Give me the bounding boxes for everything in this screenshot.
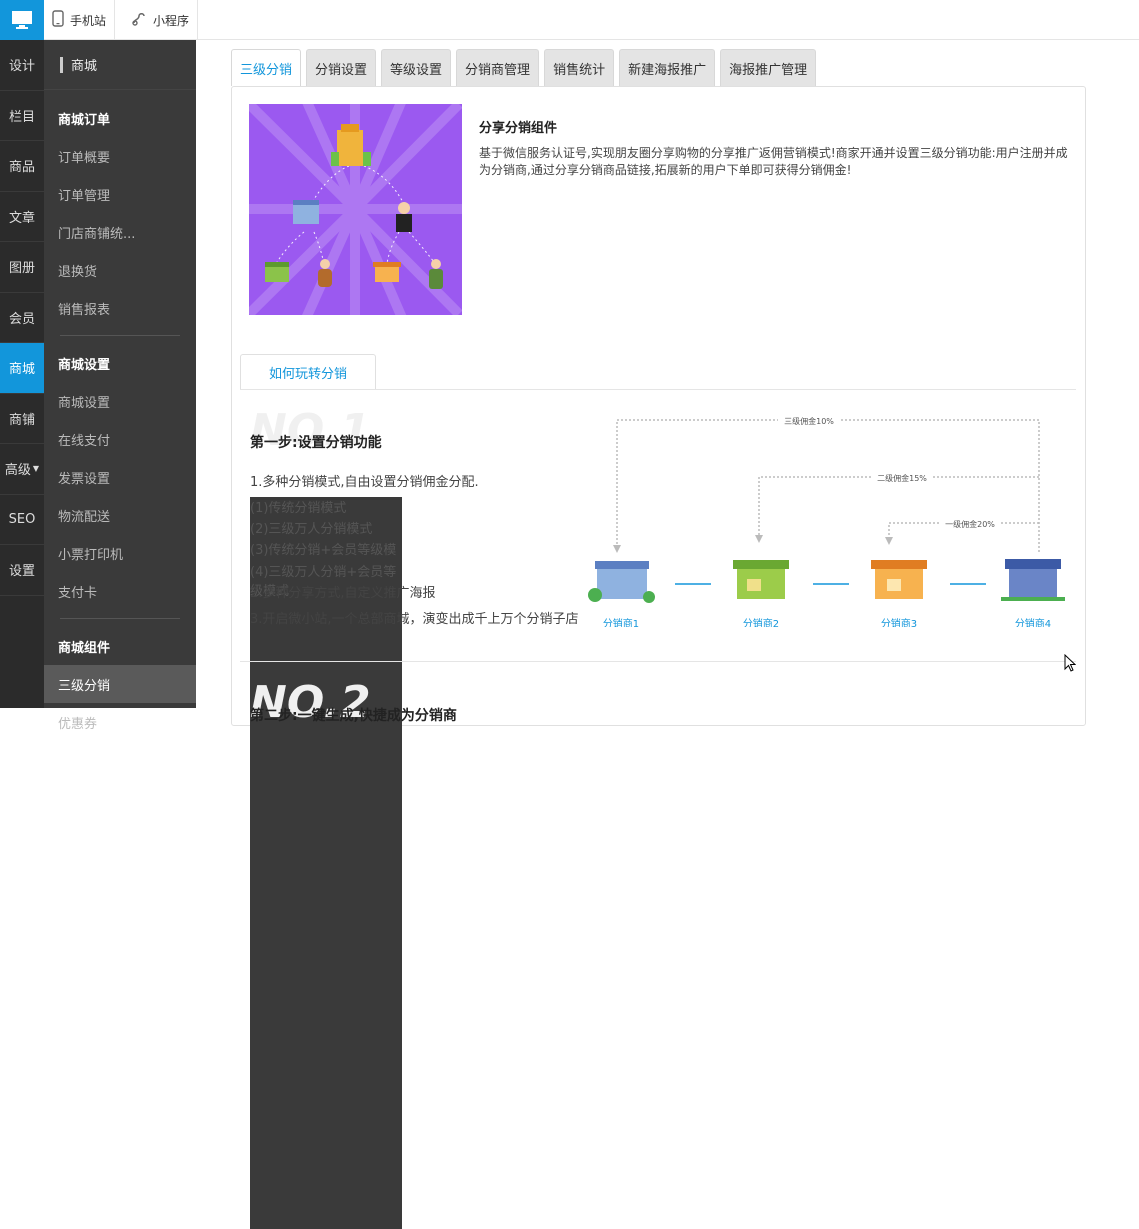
commission-label-level1: 一级佣金20% <box>945 519 995 529</box>
miniprogram-icon <box>131 11 147 30</box>
intro-text: 基于微信服务认证号,实现朋友圈分享购物的分享推广返佣营销模式!商家开通并设置三级… <box>479 146 1068 177</box>
step1-title: 第一步:设置分销功能 <box>250 435 382 451</box>
nav-albums[interactable]: 图册 <box>0 242 44 293</box>
sidebar-item-sales-report[interactable]: 销售报表 <box>44 289 196 327</box>
intro-title: 分享分销组件 <box>479 121 558 136</box>
sidebar-item-store-stats[interactable]: 门店商铺统... <box>44 213 196 251</box>
tab-level-settings[interactable]: 等级设置 <box>381 49 452 86</box>
nav-products[interactable]: 商品 <box>0 141 44 192</box>
sidebar-item-invoice[interactable]: 发票设置 <box>44 458 196 496</box>
nav-members[interactable]: 会员 <box>0 293 44 343</box>
sidebar-title: 商城 <box>44 40 196 90</box>
nav-settings[interactable]: 设置 <box>0 545 44 596</box>
sidebar-item-coupons[interactable]: 优惠券 <box>44 703 196 741</box>
nav-design[interactable]: 设计 <box>0 40 44 91</box>
nav-mall[interactable]: 商城 <box>0 343 44 394</box>
distributor-label-2: 分销商2 <box>743 617 779 627</box>
sidebar-item-online-payment[interactable]: 在线支付 <box>44 420 196 458</box>
phone-icon <box>52 10 64 30</box>
nav-advanced-label: 高级 <box>4 463 31 479</box>
content-panel: 分享分销组件 基于微信服务认证号,实现朋友圈分享购物的分享推广返佣营销模式!商家… <box>231 86 1086 1229</box>
sidebar-item-mall-settings[interactable]: 商城设置 <box>44 382 196 420</box>
commission-label-level3: 三级佣金10% <box>784 416 834 426</box>
group-mall-settings: 商城设置 <box>58 357 111 373</box>
tab-mobile-site-label: 手机站 <box>70 13 107 28</box>
tab-miniprogram-label: 小程序 <box>153 13 190 28</box>
sidebar-item-receipt-printer[interactable]: 小票打印机 <box>44 534 196 572</box>
tab-miniprogram[interactable]: 小程序 <box>123 0 199 40</box>
step1-line: 3.开启微小站,一个总部商城，演变出成千上万个分销子店 <box>250 612 579 627</box>
sidebar-title-label: 商城 <box>71 59 98 74</box>
tab-new-poster[interactable]: 新建海报推广 <box>619 49 716 86</box>
top-bar: 手机站 小程序 <box>0 0 1139 40</box>
step1-line: 2.多种分享方式,自定义推广海报 <box>250 586 436 601</box>
tab-poster-management[interactable]: 海报推广管理 <box>720 49 817 86</box>
divider <box>240 661 1076 662</box>
tab-sales-stats[interactable]: 销售统计 <box>544 49 615 86</box>
divider <box>240 389 1076 390</box>
distributor-label-1: 分销商1 <box>603 617 639 627</box>
sidebar-item-order-overview[interactable]: 订单概要 <box>44 137 196 175</box>
main-nav-rail: 设计 栏目 商品 文章 图册 会员 商城 商铺 高级 ▼ SEO 设置 <box>0 40 44 708</box>
sidebar-item-pay-card[interactable]: 支付卡 <box>44 572 196 610</box>
tab-three-level-distribution[interactable]: 三级分销 <box>231 49 302 86</box>
nav-columns[interactable]: 栏目 <box>0 91 44 141</box>
nav-articles[interactable]: 文章 <box>0 192 44 242</box>
nav-seo[interactable]: SEO <box>0 495 44 545</box>
distributor-label-4: 分销商4 <box>1015 617 1051 627</box>
sidebar-item-three-level-distribution[interactable]: 三级分销 <box>44 665 196 703</box>
tab-bar: 三级分销 分销设置 等级设置 分销商管理 销售统计 新建海报推广 海报推广管理 <box>231 49 817 86</box>
group-mall-orders: 商城订单 <box>58 112 111 128</box>
sidebar-item-logistics[interactable]: 物流配送 <box>44 496 196 534</box>
nav-advanced[interactable]: 高级 ▼ <box>0 444 44 495</box>
step2-title: 第二步:一键生成,快捷成为分销商 <box>250 708 457 724</box>
tab-distribution-settings[interactable]: 分销设置 <box>306 49 377 86</box>
sub-sidebar: 商城 商城订单 订单概要 订单管理 门店商铺统... 退换货 销售报表 商城设置… <box>44 40 196 732</box>
distributor-label-3: 分销商3 <box>881 617 917 627</box>
nav-shops[interactable]: 商铺 <box>0 394 44 444</box>
tab-distributor-management[interactable]: 分销商管理 <box>456 49 540 86</box>
distribution-diagram: 三级佣金10% 二级佣金15% 一级佣金20% 分销商1 分销商2 分销商3 分… <box>587 407 1077 630</box>
divider <box>60 335 180 336</box>
sidebar-item-order-management[interactable]: 订单管理 <box>44 175 196 213</box>
title-bar <box>60 56 63 73</box>
tab-how-to-play[interactable]: 如何玩转分销 <box>240 354 376 390</box>
caret-down-icon: ▼ <box>32 464 40 474</box>
main-content: 三级分销 分销设置 等级设置 分销商管理 销售统计 新建海报推广 海报推广管理 <box>196 40 1139 1229</box>
group-mall-components: 商城组件 <box>58 640 111 656</box>
divider <box>60 618 180 619</box>
distribution-illustration <box>249 104 462 315</box>
commission-label-level2: 二级佣金15% <box>877 473 927 483</box>
mouse-cursor-icon <box>1064 653 1077 676</box>
desktop-icon[interactable] <box>0 0 44 40</box>
step1-line: 1.多种分销模式,自由设置分销佣金分配. <box>250 475 479 490</box>
tab-mobile-site[interactable]: 手机站 <box>44 0 116 40</box>
sidebar-item-returns[interactable]: 退换货 <box>44 251 196 289</box>
